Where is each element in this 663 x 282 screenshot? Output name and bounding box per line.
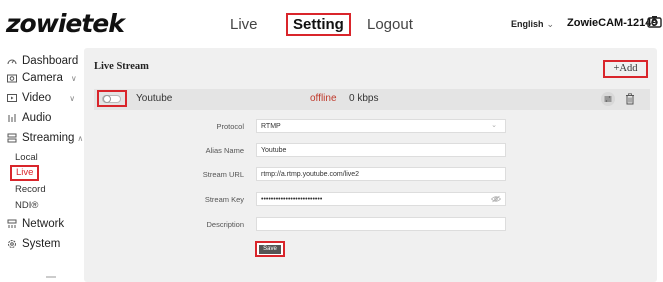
camera-icon[interactable] — [647, 15, 662, 28]
toggle-track — [102, 95, 121, 103]
device-name: ZowieCAM-12149 — [567, 17, 658, 29]
toggle-knob — [103, 95, 111, 103]
nav-logout[interactable]: Logout — [367, 16, 413, 33]
language-select[interactable]: English ⌄ — [511, 19, 554, 30]
sidebar-item-streaming[interactable]: Streaming ∧ — [7, 132, 83, 144]
chevron-down-icon: ∨ — [69, 93, 76, 103]
sidebar-item-network[interactable]: Network — [7, 218, 64, 230]
sidebar-item-audio[interactable]: Audio — [7, 112, 51, 124]
nav-setting[interactable]: Setting — [286, 13, 351, 36]
save-label: Save — [259, 245, 281, 254]
stream-key-label: Stream Key — [204, 195, 244, 204]
chevron-down-icon: ⌄ — [546, 19, 555, 29]
trash-icon[interactable] — [625, 93, 635, 105]
protocol-label: Protocol — [216, 122, 244, 131]
sidebar-item-label: Network — [22, 218, 65, 230]
protocol-select[interactable]: RTMP ⌄ — [256, 119, 506, 133]
sidebar-sub-live[interactable]: Live — [10, 165, 40, 181]
sidebar-item-label: System — [22, 238, 61, 250]
eye-off-icon[interactable] — [491, 195, 501, 203]
sidebar-item-label: Dashboard — [22, 55, 79, 67]
protocol-value: RTMP — [261, 123, 281, 130]
sidebar-item-label: Streaming — [22, 132, 75, 144]
live-stream-panel: Live Stream +Add Youtube offline 0 kbps … — [84, 48, 657, 282]
header: zowietek Live Setting Logout English ⌄ Zo… — [0, 0, 663, 48]
description-input[interactable] — [256, 217, 506, 231]
chevron-down-icon: ⌄ — [491, 122, 497, 129]
panel-title: Live Stream — [94, 61, 149, 72]
sidebar-sub-record[interactable]: Record — [15, 184, 46, 195]
language-label: English — [511, 19, 544, 29]
gear-icon — [8, 240, 16, 248]
stream-key-input[interactable]: ••••••••••••••••••••••••• — [256, 192, 506, 206]
sidebar-item-camera[interactable]: Camera ∨ — [7, 72, 77, 84]
sidebar-item-label: Video — [22, 92, 52, 104]
sidebar-item-label: Audio — [22, 112, 52, 124]
divider — [46, 276, 56, 278]
stream-key-value: ••••••••••••••••••••••••• — [261, 196, 323, 203]
stream-url-label: Stream URL — [202, 170, 244, 179]
streaming-icon — [7, 133, 17, 143]
stream-bitrate: 0 kbps — [349, 93, 379, 104]
alias-name-input[interactable]: Youtube — [256, 143, 506, 157]
chevron-up-icon: ∧ — [77, 133, 84, 143]
network-icon — [7, 219, 17, 228]
alias-name-label: Alias Name — [205, 146, 244, 155]
sidebar: Dashboard Camera ∨ Video ∨ Audio Streami… — [0, 48, 83, 282]
video-icon — [7, 94, 17, 102]
nav-live[interactable]: Live — [230, 16, 258, 33]
audio-icon — [8, 114, 16, 122]
sliders-icon[interactable] — [601, 92, 615, 106]
chevron-down-icon: ∨ — [70, 73, 77, 83]
zowietek-logo[interactable]: zowietek — [6, 9, 125, 38]
sidebar-item-dashboard[interactable]: Dashboard — [7, 55, 78, 67]
description-label: Description — [206, 220, 244, 229]
stream-name: Youtube — [136, 93, 173, 104]
stream-url-input[interactable]: rtmp://a.rtmp.youtube.com/live2 — [256, 167, 506, 181]
dashboard-icon — [7, 59, 17, 65]
sidebar-sub-local[interactable]: Local — [15, 152, 38, 163]
save-button[interactable]: Save — [255, 241, 285, 257]
camera-icon — [7, 74, 17, 83]
sidebar-item-video[interactable]: Video ∨ — [7, 92, 75, 104]
stream-row: Youtube offline 0 kbps — [94, 89, 650, 110]
add-stream-button[interactable]: +Add — [603, 60, 648, 78]
sidebar-item-label: Camera — [22, 72, 63, 84]
stream-status: offline — [310, 93, 337, 104]
stream-enable-toggle[interactable] — [97, 90, 127, 107]
sidebar-sub-ndi[interactable]: NDI® — [15, 200, 38, 211]
sidebar-item-system[interactable]: System — [7, 238, 60, 250]
